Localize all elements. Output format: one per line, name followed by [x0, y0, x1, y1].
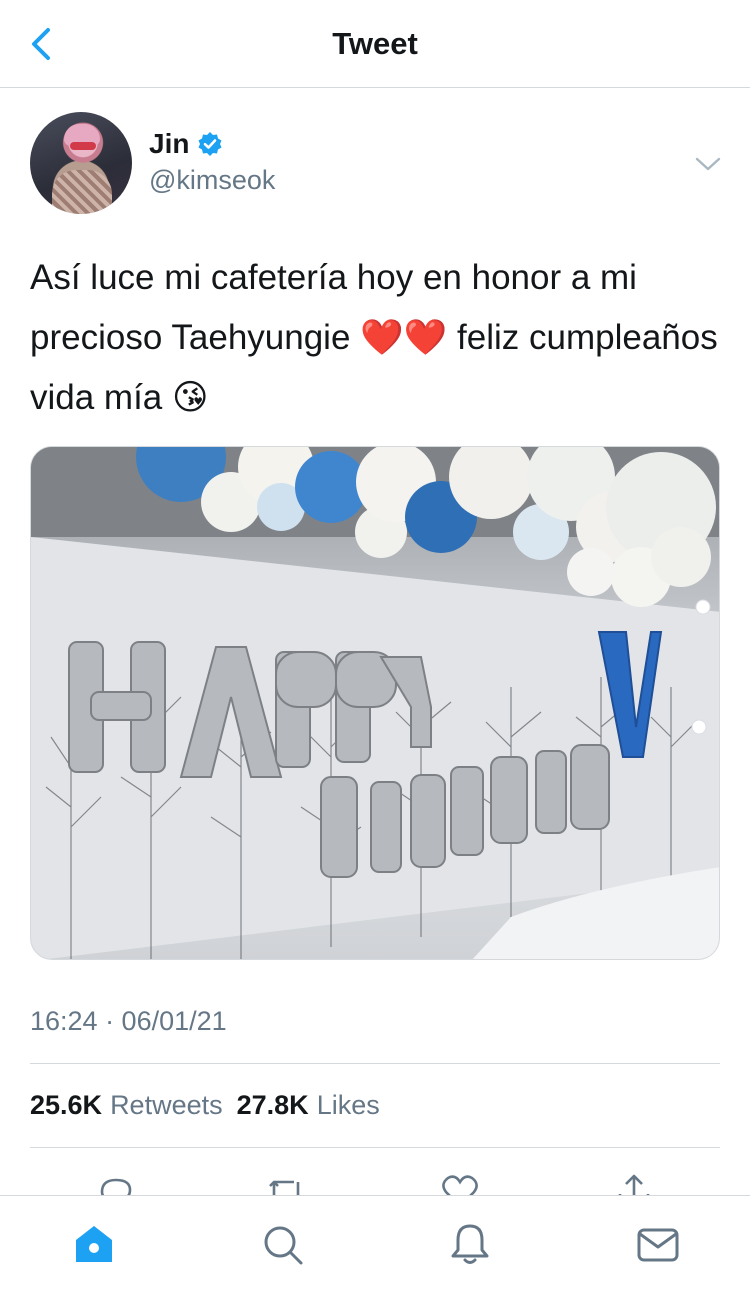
tab-messages[interactable] [636, 1222, 680, 1266]
author-handle[interactable]: @kimseok [149, 165, 275, 196]
likes-count: 27.8K [236, 1090, 309, 1120]
top-bar: Tweet [0, 0, 750, 88]
tweet-photo[interactable] [30, 446, 720, 960]
share-button[interactable] [614, 1172, 654, 1196]
tweet-stats: 25.6K Retweets 27.8K Likes [30, 1090, 380, 1121]
page-title: Tweet [332, 26, 418, 61]
tweet-actions [0, 1168, 750, 1196]
retweets-count: 25.6K [30, 1090, 103, 1120]
bottom-tab-bar [0, 1195, 750, 1294]
search-icon [264, 1226, 303, 1265]
verified-badge-icon [198, 132, 222, 156]
tab-notifications[interactable] [448, 1222, 492, 1266]
chevron-down-icon [695, 157, 721, 171]
notifications-icon [451, 1224, 489, 1264]
reply-icon [100, 1178, 132, 1196]
divider [30, 1063, 720, 1064]
retweet-icon [269, 1180, 300, 1196]
share-icon [618, 1174, 650, 1196]
likes-stat[interactable]: 27.8K Likes [237, 1090, 380, 1121]
tab-home[interactable] [72, 1222, 116, 1266]
author-name-row[interactable]: Jin [149, 128, 223, 160]
birthday-decoration-photo [31, 447, 719, 959]
home-icon [76, 1226, 112, 1262]
like-icon [442, 1175, 478, 1196]
tweet-timestamp: 16:24 · 06/01/21 [30, 1006, 227, 1036]
retweets-stat[interactable]: 25.6K Retweets [30, 1090, 223, 1121]
like-button[interactable] [440, 1172, 480, 1196]
author-display-name[interactable]: Jin [149, 128, 189, 160]
tab-search[interactable] [260, 1222, 304, 1266]
messages-icon [637, 1228, 679, 1262]
more-options-button[interactable] [694, 150, 722, 178]
reply-button[interactable] [96, 1172, 136, 1196]
avatar[interactable] [30, 112, 132, 214]
tweet-text: Así luce mi cafetería hoy en honor a mi … [30, 258, 718, 417]
likes-label: Likes [316, 1090, 380, 1120]
retweet-button[interactable] [266, 1172, 306, 1196]
retweets-label: Retweets [110, 1090, 223, 1120]
divider [30, 1147, 720, 1148]
